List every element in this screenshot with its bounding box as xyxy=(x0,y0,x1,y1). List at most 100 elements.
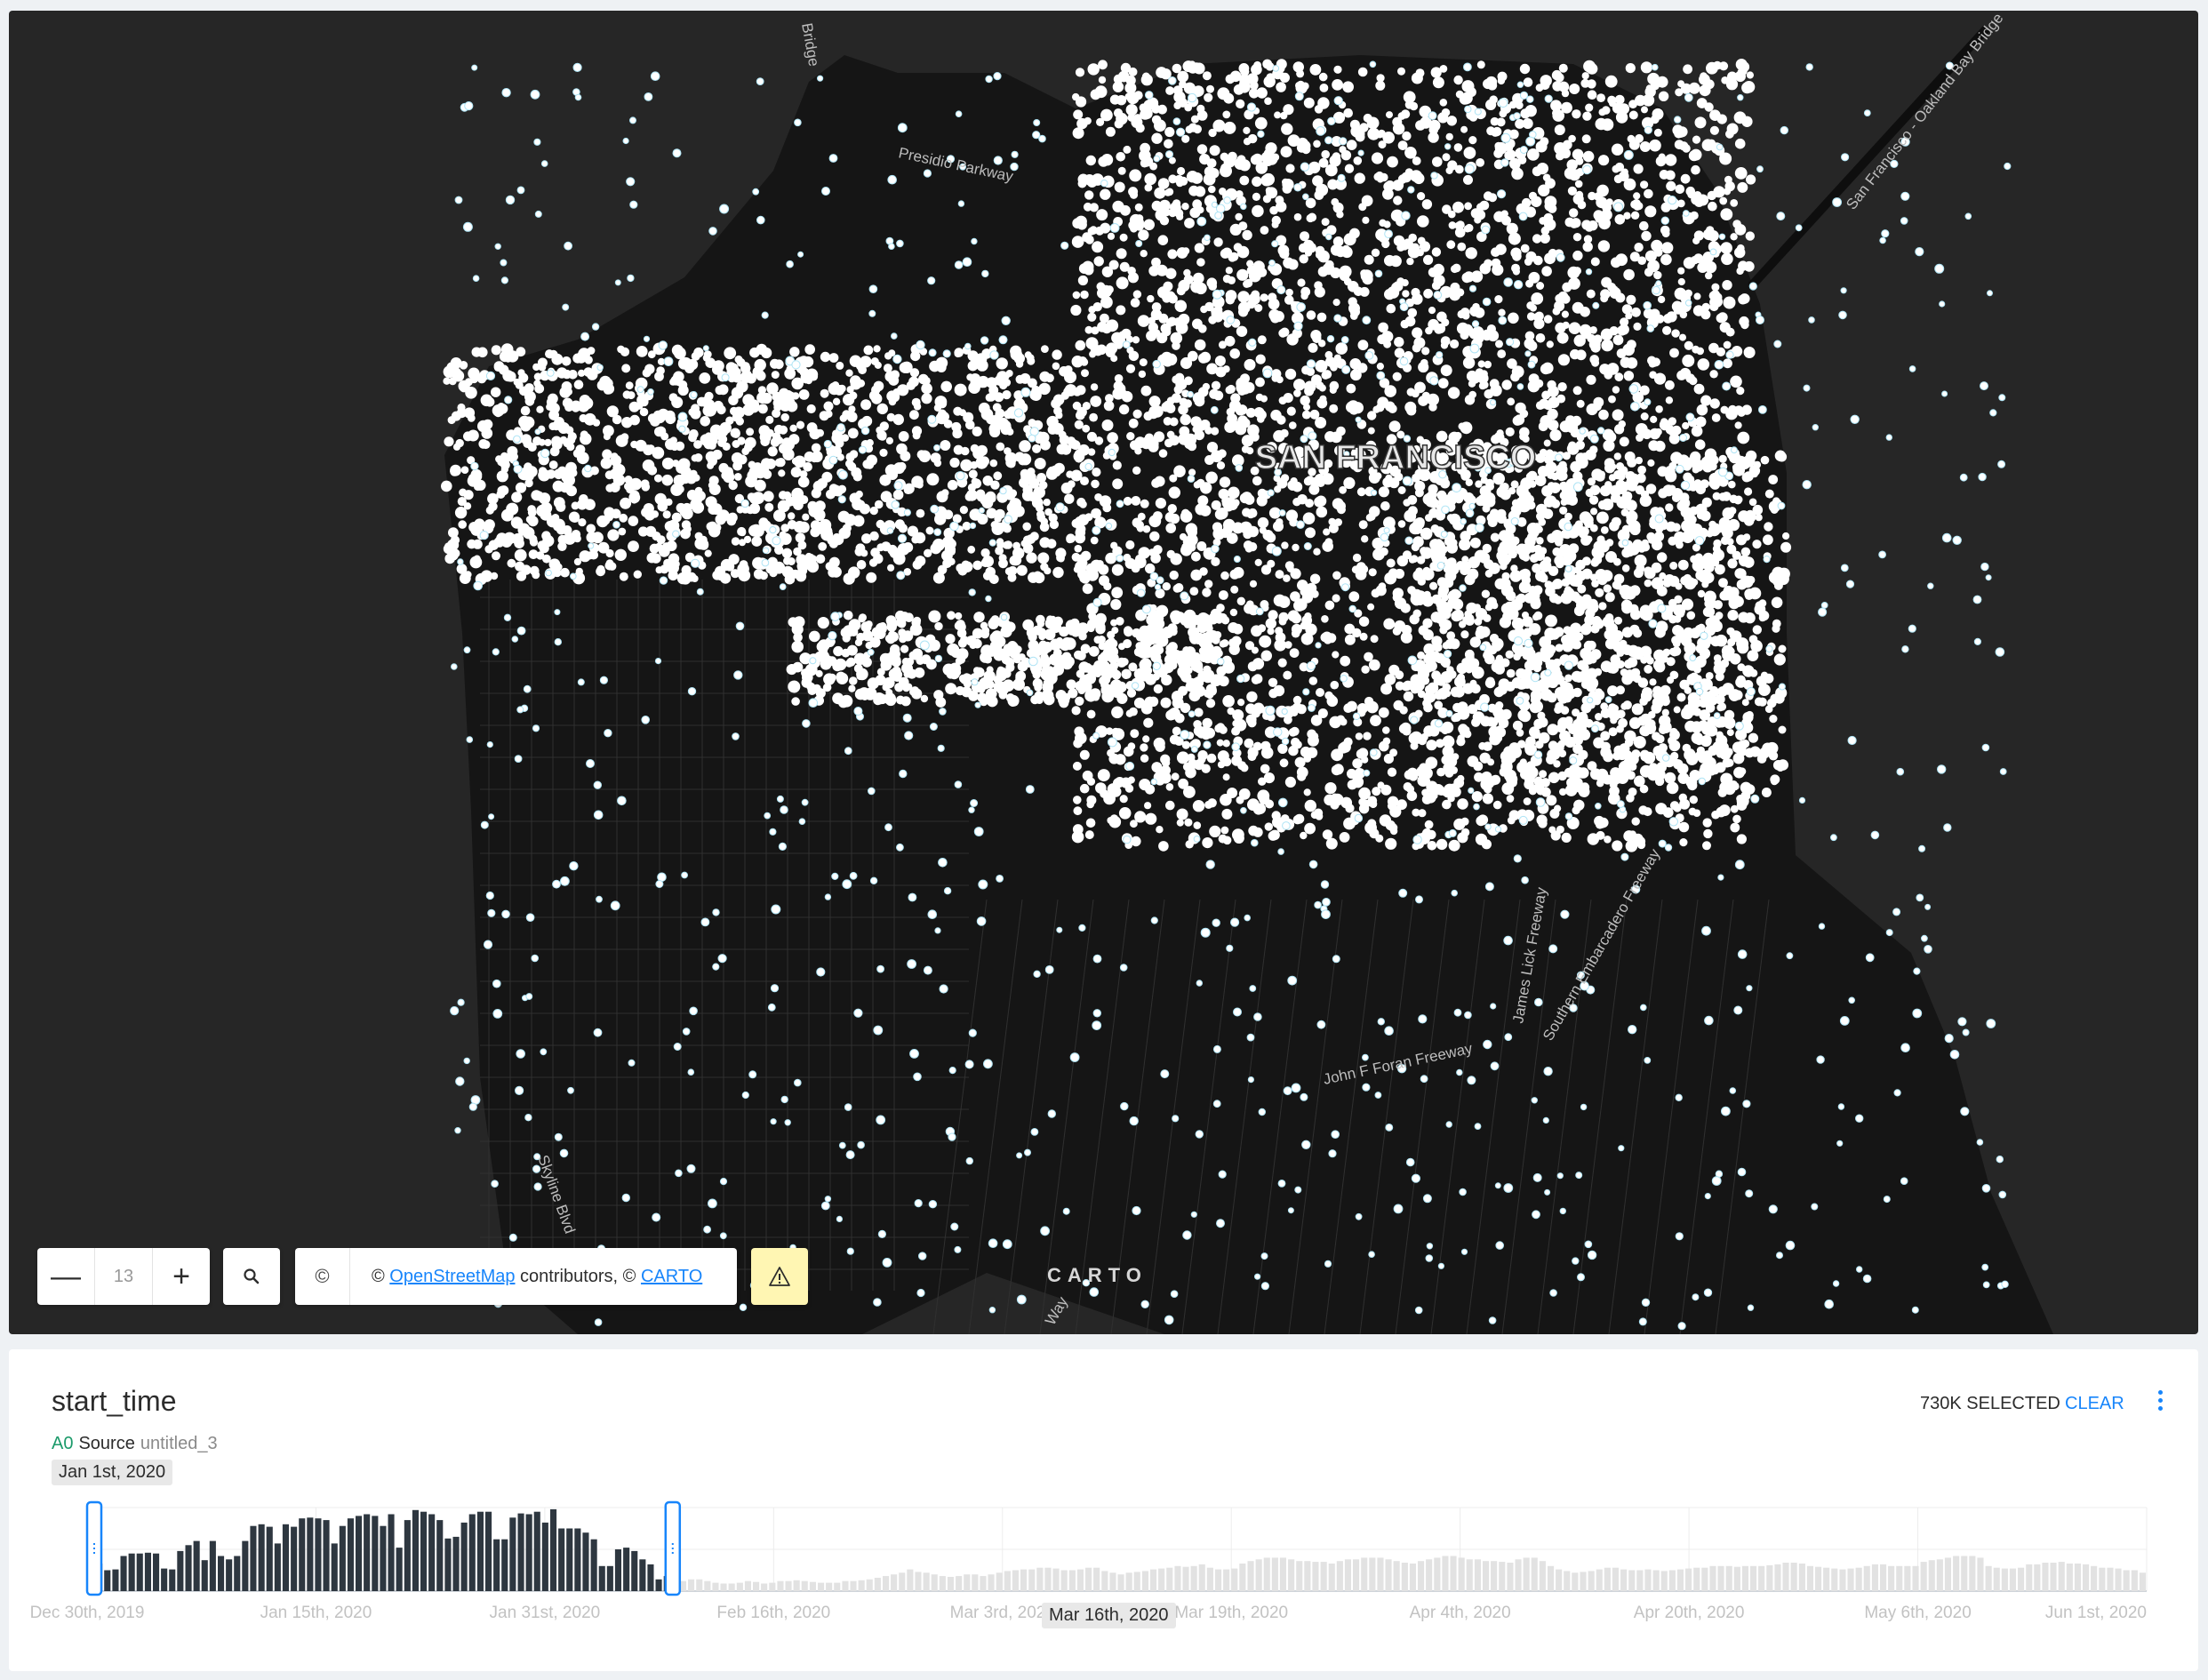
data-point xyxy=(1282,184,1292,194)
data-point xyxy=(1482,504,1491,513)
data-point xyxy=(1752,625,1763,635)
data-point xyxy=(1202,717,1212,729)
data-point xyxy=(1303,476,1313,486)
data-point xyxy=(1176,179,1184,188)
data-point xyxy=(1252,702,1265,715)
data-point xyxy=(1431,247,1442,257)
data-point xyxy=(1143,717,1154,728)
data-point xyxy=(1557,354,1570,366)
data-point xyxy=(1156,67,1167,78)
data-point xyxy=(1558,460,1567,470)
data-point xyxy=(1598,409,1609,420)
data-point xyxy=(1175,378,1188,390)
data-point xyxy=(1114,340,1124,349)
data-point xyxy=(1116,248,1127,260)
data-point xyxy=(1604,592,1615,603)
data-point xyxy=(1535,84,1544,92)
data-point xyxy=(1372,405,1380,413)
data-point xyxy=(1526,312,1536,321)
data-point xyxy=(906,380,916,390)
data-point xyxy=(1741,404,1752,415)
data-point xyxy=(1548,772,1560,784)
data-point xyxy=(789,347,800,357)
data-point xyxy=(1366,700,1379,714)
data-point xyxy=(1736,800,1748,811)
data-point xyxy=(1292,498,1301,507)
data-point xyxy=(1309,573,1321,584)
data-point xyxy=(1229,348,1240,359)
data-point xyxy=(1269,829,1280,841)
map[interactable]: SAN FRANCISCO Presidio Parkway San Franc… xyxy=(9,11,2198,1334)
data-point xyxy=(1193,62,1205,75)
data-point xyxy=(1544,454,1554,465)
data-point xyxy=(1755,514,1763,522)
data-point xyxy=(1666,311,1677,323)
data-point xyxy=(689,429,699,439)
map-canvas[interactable]: SAN FRANCISCO Presidio Parkway San Franc… xyxy=(9,11,2198,1334)
data-point xyxy=(1697,623,1706,632)
data-point xyxy=(1734,167,1748,180)
data-point xyxy=(1647,459,1655,467)
data-point xyxy=(1495,340,1503,348)
data-point xyxy=(1238,63,1250,74)
data-point xyxy=(524,478,533,488)
data-point xyxy=(1727,558,1738,569)
data-point xyxy=(1231,726,1241,736)
data-point xyxy=(1082,402,1091,411)
data-point xyxy=(1076,220,1087,230)
data-point xyxy=(1606,636,1620,650)
data-point xyxy=(1360,269,1369,278)
data-point xyxy=(647,350,656,359)
data-point xyxy=(538,467,548,476)
data-point xyxy=(1170,332,1183,345)
data-point xyxy=(1090,536,1099,545)
data-point xyxy=(1346,383,1356,394)
data-point xyxy=(1520,244,1530,253)
data-point xyxy=(1743,260,1755,272)
data-point xyxy=(1603,584,1612,593)
data-point xyxy=(1685,631,1693,639)
data-point xyxy=(1544,201,1555,212)
data-point xyxy=(1357,340,1369,351)
data-point xyxy=(989,459,998,468)
data-point xyxy=(1540,778,1550,788)
data-point xyxy=(1572,109,1581,119)
data-point xyxy=(1700,510,1711,522)
data-point xyxy=(1393,196,1403,205)
data-point xyxy=(1523,797,1532,805)
data-point xyxy=(1716,750,1724,758)
data-point xyxy=(1306,588,1315,597)
data-point xyxy=(1394,568,1404,580)
data-point xyxy=(1173,91,1186,103)
data-point xyxy=(1303,404,1310,412)
data-point xyxy=(1117,166,1126,175)
data-point xyxy=(1222,740,1230,748)
data-point xyxy=(1464,574,1476,586)
data-point xyxy=(1498,577,1511,590)
data-point xyxy=(1448,839,1460,852)
data-point xyxy=(1262,530,1274,541)
data-point xyxy=(1389,255,1402,268)
data-point xyxy=(1744,487,1753,496)
data-point xyxy=(1604,481,1612,489)
data-point xyxy=(1649,371,1657,380)
data-point xyxy=(1455,90,1464,99)
data-point xyxy=(1216,739,1224,747)
data-point xyxy=(1496,513,1507,524)
data-point xyxy=(1165,404,1176,413)
data-point xyxy=(1569,208,1579,218)
data-point xyxy=(1490,532,1500,542)
data-point xyxy=(1768,475,1779,484)
data-point xyxy=(856,560,867,570)
data-point xyxy=(1445,132,1453,141)
data-point xyxy=(1271,374,1279,382)
data-point xyxy=(1080,290,1089,300)
data-point xyxy=(507,558,516,568)
data-point xyxy=(1227,413,1237,424)
data-point xyxy=(1542,173,1551,182)
data-point xyxy=(1220,571,1229,580)
data-point xyxy=(1278,617,1287,626)
data-point xyxy=(1600,328,1613,341)
data-point xyxy=(1778,644,1787,653)
data-point xyxy=(1555,293,1564,303)
